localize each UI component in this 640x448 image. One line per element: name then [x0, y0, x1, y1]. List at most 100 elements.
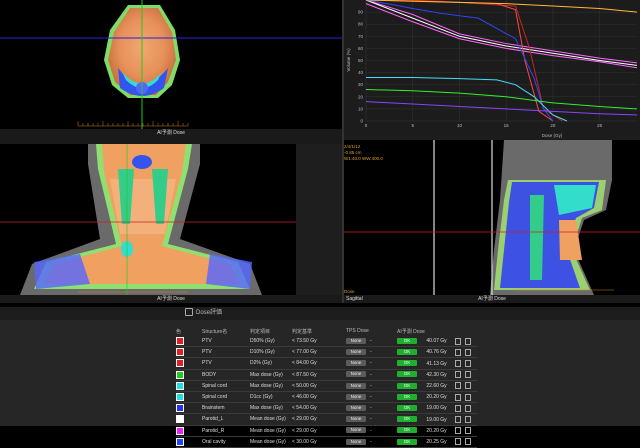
- tps-value: -: [370, 380, 397, 392]
- delete-icon[interactable]: [465, 382, 471, 390]
- sagittal-title: Sagittal: [346, 296, 363, 302]
- sagittal-view[interactable]: 2/4/1/12 -0.85 cm W1:40.0 WW:400.0 Dose …: [344, 140, 640, 303]
- tps-status-badge: None: [346, 427, 366, 434]
- evaluation-item: Mean dose (Gy): [250, 413, 292, 426]
- structure-color-swatch: [176, 359, 184, 368]
- structure-name: Spinal cord: [202, 391, 250, 404]
- dvh-y-tick-label: 20: [358, 94, 364, 99]
- delete-icon[interactable]: [465, 348, 471, 356]
- dvh-x-tick-label: 10: [457, 123, 463, 128]
- structure-name: Parotid_L: [202, 413, 250, 426]
- ai-status-badge: OK: [397, 427, 417, 434]
- delete-icon[interactable]: [465, 393, 471, 401]
- dose-evaluation-panel: Dose評価 色 Structure名 判定項目 判定基準 TPS Dose A…: [0, 307, 640, 448]
- criterion: < 30.00 Gy: [292, 436, 346, 448]
- dvh-y-tick-label: 80: [358, 22, 364, 27]
- table-row: PTV D10% (Gy) < 77.00 Gy None - OK 40.76…: [176, 346, 477, 359]
- tps-value: -: [370, 413, 397, 426]
- table-row: Parotid_L Mean dose (Gy) < 29.00 Gy None…: [176, 413, 477, 426]
- structure-name: PTV: [202, 346, 250, 359]
- tps-status-badge: None: [346, 438, 366, 445]
- copy-icon[interactable]: [455, 359, 461, 367]
- header-criterion: 判定基準: [292, 328, 313, 335]
- dose-table: 色 Structure名 判定項目 判定基準 TPS Dose AI予測 Dos…: [176, 326, 477, 448]
- tps-value: -: [370, 336, 397, 348]
- copy-icon[interactable]: [455, 393, 461, 401]
- dvh-x-tick-label: 25: [597, 123, 603, 128]
- ai-status-badge: OK: [397, 393, 417, 400]
- delete-icon[interactable]: [465, 404, 471, 412]
- header-structure: Structure名: [202, 328, 228, 335]
- delete-icon[interactable]: [465, 359, 471, 367]
- sagittal-image: 2/4/1/12 -0.85 cm W1:40.0 WW:400.0 Dose: [344, 140, 640, 295]
- structure-name: PTV: [202, 357, 250, 370]
- copy-icon[interactable]: [455, 337, 461, 345]
- structure-color-swatch: [176, 437, 184, 446]
- coronal-label-bar: AI予測 Dose: [0, 295, 342, 303]
- tps-status-badge: None: [346, 349, 366, 356]
- tps-status-badge: None: [346, 405, 366, 412]
- table-row: Brainstem Max dose (Gy) < 54.00 Gy None …: [176, 402, 477, 415]
- ai-status-badge: OK: [397, 371, 417, 378]
- structure-name: Parotid_R: [202, 425, 250, 437]
- delete-icon[interactable]: [465, 427, 471, 435]
- criterion: < 77.00 Gy: [292, 346, 346, 359]
- ai-status-badge: OK: [397, 349, 417, 356]
- structure-name: PTV: [202, 336, 250, 348]
- copy-icon[interactable]: [455, 404, 461, 412]
- dvh-x-axis-label: Dose (Gy): [542, 133, 563, 138]
- tps-status-badge: None: [346, 371, 366, 378]
- ai-status-badge: OK: [397, 382, 417, 389]
- coronal-view[interactable]: AI予測 Dose: [0, 144, 342, 303]
- copy-icon[interactable]: [455, 438, 461, 446]
- table-row: PTV D50% (Gy) < 73.50 Gy None - OK 40.07…: [176, 336, 477, 348]
- evaluation-item: Mean dose (Gy): [250, 436, 292, 448]
- ai-status-badge: OK: [397, 405, 417, 412]
- structure-color-swatch: [176, 393, 184, 402]
- tps-status-badge: None: [346, 393, 366, 400]
- dvh-x-tick-label: 15: [504, 123, 510, 128]
- dvh-x-tick-label: 5: [411, 123, 414, 128]
- ai-status-badge: OK: [397, 360, 417, 367]
- delete-icon[interactable]: [465, 438, 471, 446]
- copy-icon[interactable]: [455, 348, 461, 356]
- evaluation-item: D2% (Gy): [250, 357, 292, 370]
- ai-dose-value: 19.00 Gy: [426, 405, 447, 412]
- evaluation-item: D10% (Gy): [250, 346, 292, 359]
- structure-color-swatch: [176, 337, 184, 346]
- copy-icon[interactable]: [455, 371, 461, 379]
- dose-panel-icon: [185, 308, 193, 317]
- structure-name: Spinal cord: [202, 380, 250, 392]
- dvh-panel: 0 5 10 15 20 25 0 10 20 30 40 50 60 70 80 90 Dose (Gy) …: [344, 0, 640, 140]
- dvh-y-tick-label: 0: [360, 119, 363, 124]
- header-tps-value: [370, 326, 397, 336]
- tps-status-badge: None: [346, 382, 366, 389]
- axial-image: [0, 0, 342, 129]
- copy-icon[interactable]: [455, 415, 461, 423]
- ai-dose-value: 42.30 Gy: [426, 371, 447, 378]
- tps-value: -: [370, 369, 397, 381]
- ai-dose-value: 22.60 Gy: [426, 383, 447, 389]
- criterion: < 73.50 Gy: [292, 336, 346, 348]
- delete-icon[interactable]: [465, 371, 471, 379]
- tps-value: -: [370, 425, 397, 437]
- tps-value: -: [370, 436, 397, 448]
- axial-label: AI予測 Dose: [157, 130, 185, 136]
- evaluation-item: D50% (Gy): [250, 336, 292, 348]
- criterion: < 54.00 Gy: [292, 402, 346, 415]
- evaluation-item: D1cc (Gy): [250, 391, 292, 404]
- table-row: BODY Max dose (Gy) < 87.50 Gy None - OK …: [176, 369, 477, 381]
- dvh-y-tick-label: 30: [358, 82, 364, 87]
- structure-color-swatch: [176, 415, 184, 424]
- ai-dose-value: 20.20 Gy: [426, 427, 447, 434]
- tps-value: -: [370, 402, 397, 415]
- copy-icon[interactable]: [455, 427, 461, 435]
- copy-icon[interactable]: [455, 382, 461, 390]
- sagittal-overlay-line-3: W1:40.0 WW:400.0: [344, 156, 383, 161]
- structure-color-swatch: [176, 348, 184, 357]
- structure-color-swatch: [176, 370, 184, 379]
- delete-icon[interactable]: [465, 415, 471, 423]
- delete-icon[interactable]: [465, 337, 471, 345]
- ai-status-badge: OK: [397, 416, 417, 423]
- axial-view[interactable]: AI予測 Dose: [0, 0, 342, 137]
